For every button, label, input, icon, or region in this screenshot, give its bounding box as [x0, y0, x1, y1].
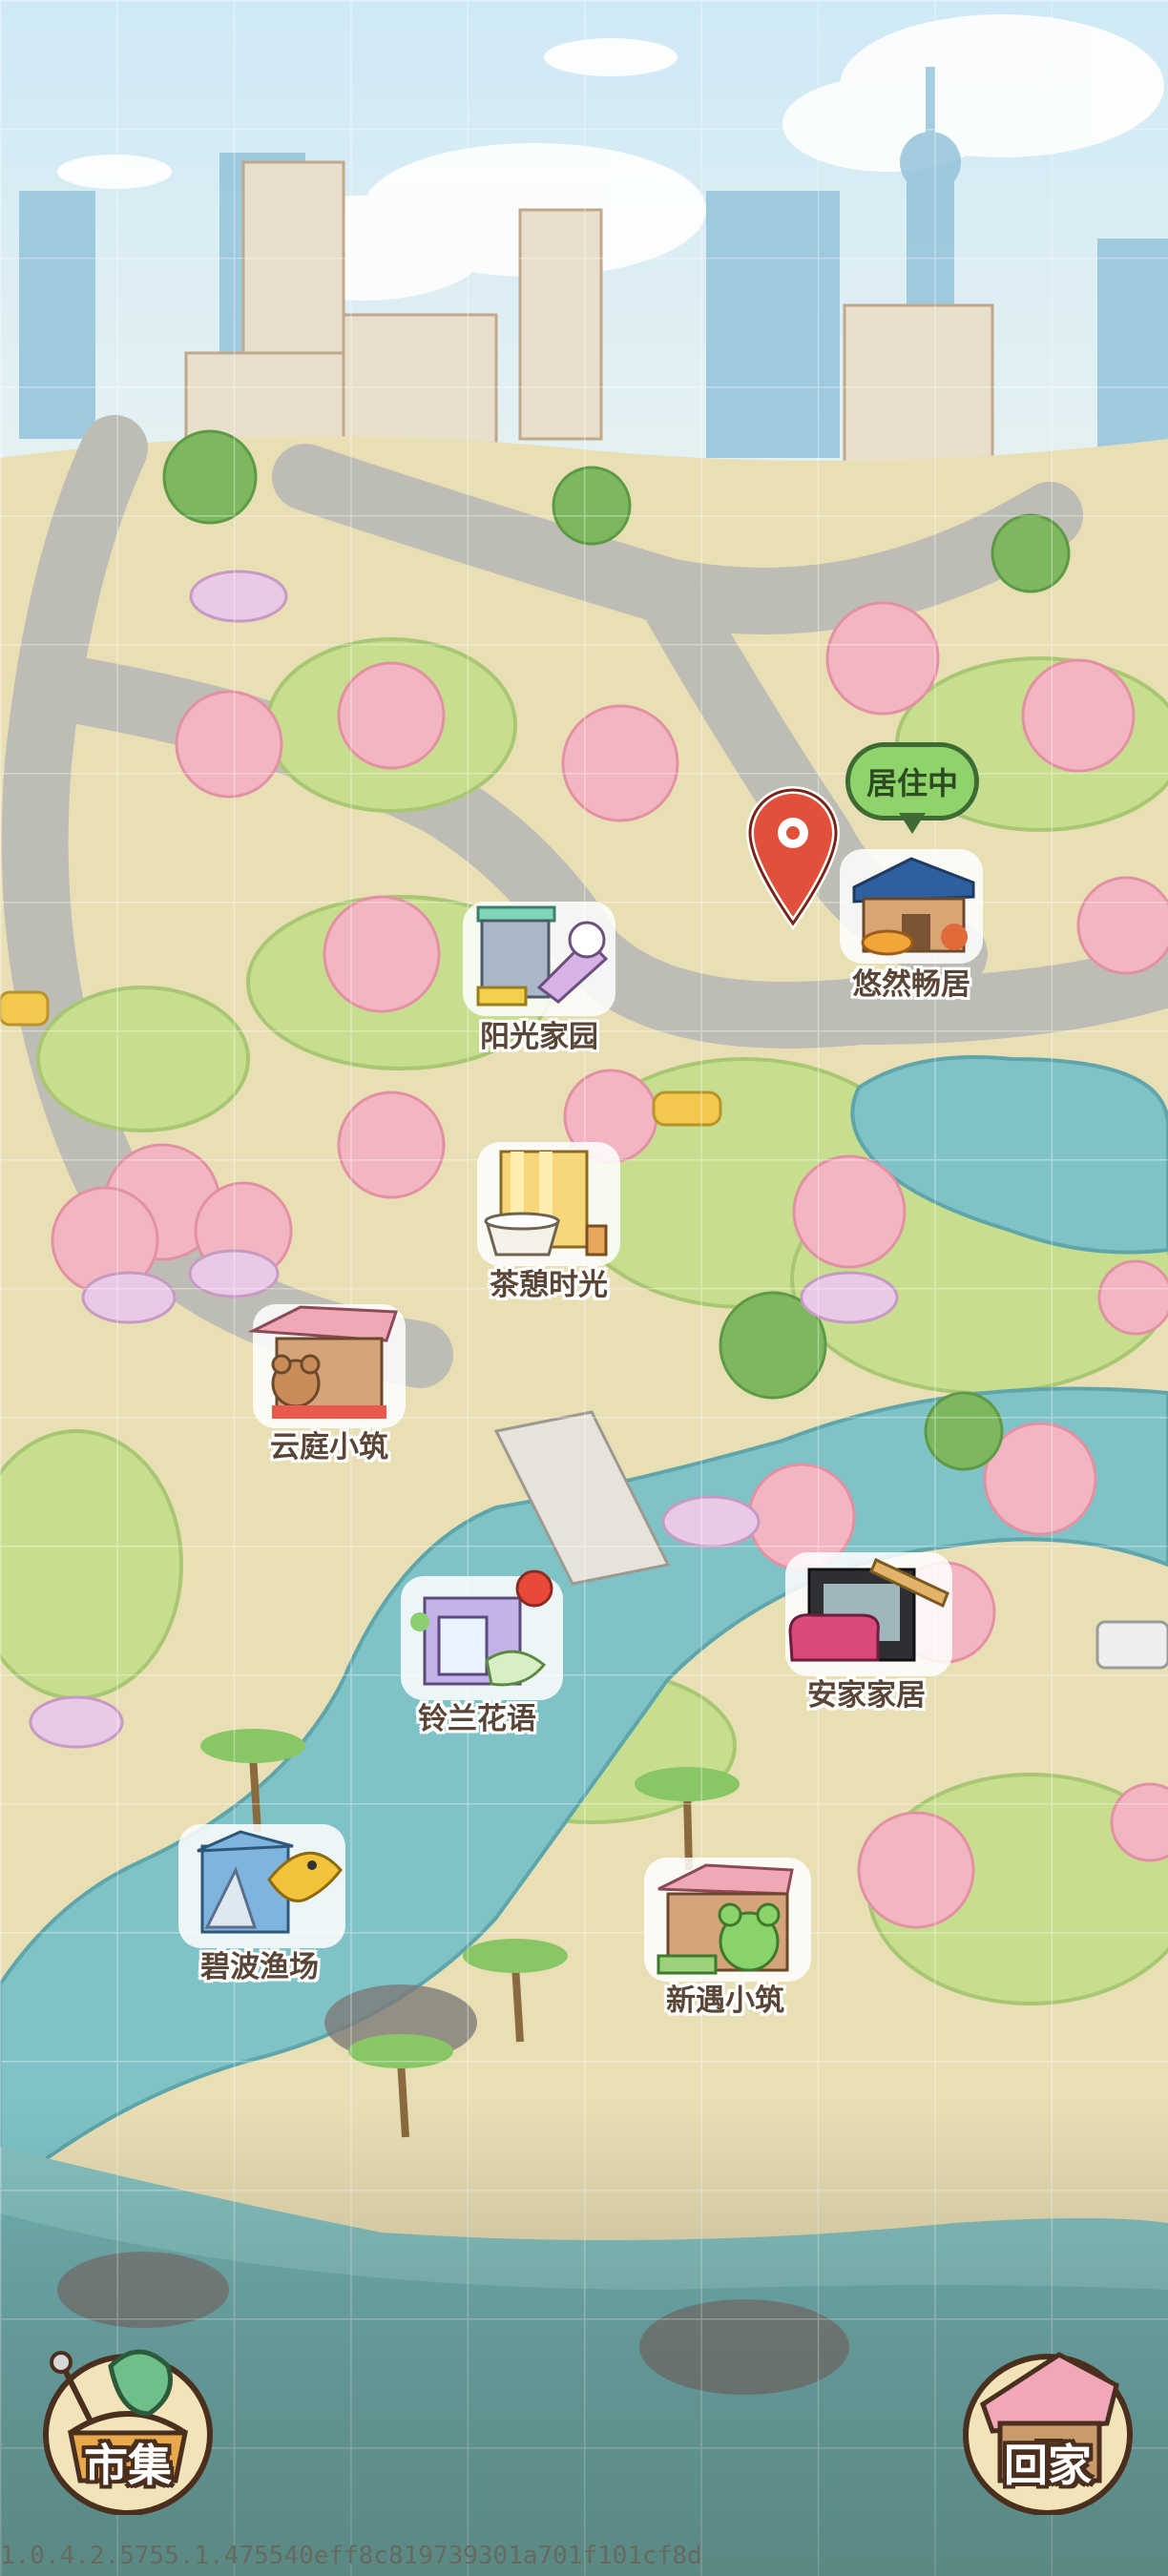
location-label: 安家家居	[807, 1678, 926, 1713]
location-label: 新遇小筑	[666, 1984, 784, 2018]
location-label: 铃兰花语	[418, 1702, 536, 1736]
location-label: 茶憩时光	[490, 1268, 608, 1302]
location-label: 碧波渔场	[200, 1950, 319, 1984]
fishery-icon	[178, 1824, 345, 1948]
location-lily-flowers[interactable]: 铃兰花语	[382, 1565, 573, 1737]
residing-label: 居住中	[866, 765, 958, 801]
location-label: 悠然畅居	[852, 967, 970, 1002]
location-label: 阳光家园	[480, 1020, 598, 1054]
residing-status-badge: 居住中	[845, 742, 983, 847]
version-string: 1.0.4.2.5755.1.475540eff8c819739301a701f…	[0, 2542, 702, 2570]
map-pin-icon	[745, 786, 841, 931]
green-bear-house-icon	[644, 1858, 811, 1982]
sofa-store-icon	[785, 1552, 952, 1676]
market-button[interactable]: 市集	[34, 2328, 221, 2516]
teacup-shop-icon	[477, 1142, 620, 1266]
market-label: 市集	[84, 2440, 172, 2491]
home-label: 回家	[1004, 2440, 1092, 2491]
home-button[interactable]: 回家	[954, 2328, 1141, 2516]
location-sunshine-home[interactable]: 阳光家园	[444, 883, 635, 1055]
location-bibo-fishery[interactable]: 碧波渔场	[164, 1813, 355, 1985]
teddy-bear-house-icon	[247, 1304, 406, 1428]
playground-building-icon	[463, 902, 615, 1016]
location-label: 云庭小筑	[270, 1430, 388, 1465]
location-anjia-furniture[interactable]: 安家家居	[771, 1541, 962, 1714]
location-xinyu-cottage[interactable]: 新遇小筑	[630, 1846, 821, 2019]
location-yunting-cottage[interactable]: 云庭小筑	[234, 1293, 425, 1465]
flower-shop-icon	[401, 1569, 563, 1700]
location-tea-time[interactable]: 茶憩时光	[453, 1131, 644, 1303]
